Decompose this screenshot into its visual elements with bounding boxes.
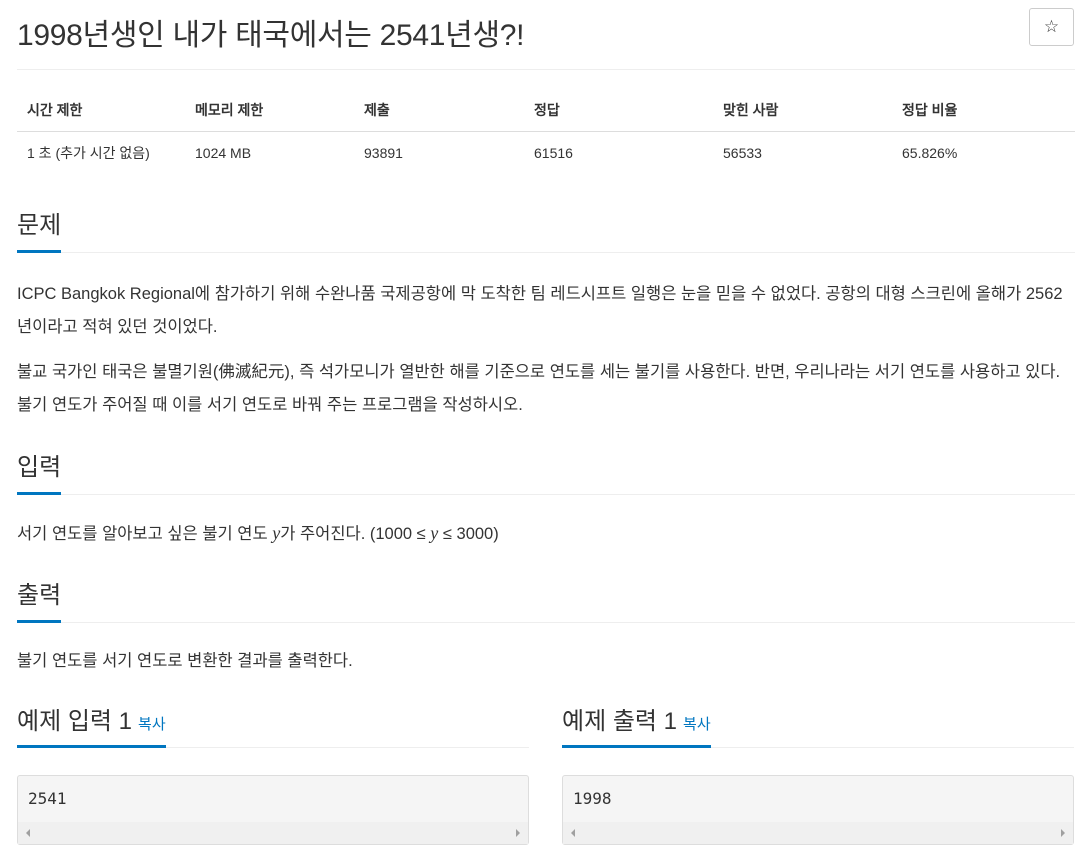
input-text-before: 서기 연도를 알아보고 싶은 불기 연도 <box>17 525 273 543</box>
sample-input-title: 예제 입력 1 <box>17 708 133 735</box>
description-section-header: 문제 <box>17 205 1075 253</box>
memory-limit-header: 메모리 제한 <box>185 89 354 132</box>
memory-limit-value: 1024 MB <box>195 144 252 161</box>
title-row: 1998년생인 내가 태국에서는 2541년생?! ☆ <box>17 0 1075 70</box>
scroll-left-icon[interactable] <box>26 829 30 837</box>
sample-input-content: 2541 <box>28 789 67 808</box>
sample-output-box[interactable]: 1998 <box>562 775 1074 845</box>
sample-input-copy-link[interactable]: 복사 <box>138 716 166 733</box>
output-section-header: 출력 <box>17 575 1075 623</box>
sample-input-box[interactable]: 2541 <box>17 775 529 845</box>
time-limit-header: 시간 제한 <box>17 89 185 132</box>
sample-output-header: 예제 출력 1 복사 <box>562 700 1074 748</box>
sample-output-title: 예제 출력 1 <box>562 708 678 735</box>
sample-output-copy-link[interactable]: 복사 <box>683 716 711 733</box>
solvers-header: 맞힌 사람 <box>713 89 892 132</box>
output-description: 불기 연도를 서기 연도로 변환한 결과를 출력한다. <box>17 652 353 670</box>
input-section-header: 입력 <box>17 447 1075 495</box>
description-paragraph-1: ICPC Bangkok Regional에 참가하기 위해 수완나품 국제공항… <box>17 285 1063 336</box>
sample-output-content: 1998 <box>573 789 612 808</box>
sample-input-scrollbar[interactable] <box>18 822 528 844</box>
ratio-header: 정답 비율 <box>892 89 1075 132</box>
accepted-header: 정답 <box>524 89 713 132</box>
info-header-row: 시간 제한 메모리 제한 제출 정답 맞힌 사람 정답 비율 <box>17 89 1075 132</box>
scroll-right-icon[interactable] <box>1061 829 1065 837</box>
sample-output-scrollbar[interactable] <box>563 822 1073 844</box>
sample-input-title-wrap: 예제 입력 1 복사 <box>17 700 166 748</box>
submissions-header: 제출 <box>354 89 524 132</box>
description-paragraph-2: 불교 국가인 태국은 불멸기원(佛滅紀元), 즉 석가모니가 열반한 해를 기준… <box>17 363 1061 414</box>
star-icon: ☆ <box>1043 17 1060 37</box>
accepted-value: 61516 <box>534 144 573 161</box>
problem-info-table: 시간 제한 메모리 제한 제출 정답 맞힌 사람 정답 비율 1 초 (추가 시… <box>17 89 1075 174</box>
scroll-left-icon[interactable] <box>571 829 575 837</box>
input-description: 서기 연도를 알아보고 싶은 불기 연도 y가 주어진다. (1000 ≤ y … <box>17 517 1075 551</box>
sample-input-column: 예제 입력 1 복사 2541 <box>17 700 529 845</box>
problem-page: 1998년생인 내가 태국에서는 2541년생?! ☆ 시간 제한 메모리 제한… <box>17 0 1075 845</box>
description-title: 문제 <box>17 205 62 253</box>
input-title: 입력 <box>17 447 62 495</box>
scroll-right-icon[interactable] <box>516 829 520 837</box>
input-text-after: ≤ 3000) <box>438 525 499 543</box>
sample-output-column: 예제 출력 1 복사 1998 <box>562 700 1074 845</box>
solvers-value: 56533 <box>723 144 762 161</box>
star-button[interactable]: ☆ <box>1029 8 1074 46</box>
ratio-value: 65.826% <box>902 144 958 161</box>
submissions-value: 93891 <box>364 144 403 161</box>
page-title: 1998년생인 내가 태국에서는 2541년생?! <box>17 19 525 52</box>
input-text-mid: 가 주어진다. (1000 ≤ <box>280 525 431 543</box>
time-limit-value: 1 초 (추가 시간 없음) <box>27 144 150 161</box>
output-title: 출력 <box>17 575 62 623</box>
sample-output-title-wrap: 예제 출력 1 복사 <box>562 700 711 748</box>
info-value-row: 1 초 (추가 시간 없음) 1024 MB 93891 61516 56533… <box>17 131 1075 174</box>
sample-input-header: 예제 입력 1 복사 <box>17 700 529 748</box>
